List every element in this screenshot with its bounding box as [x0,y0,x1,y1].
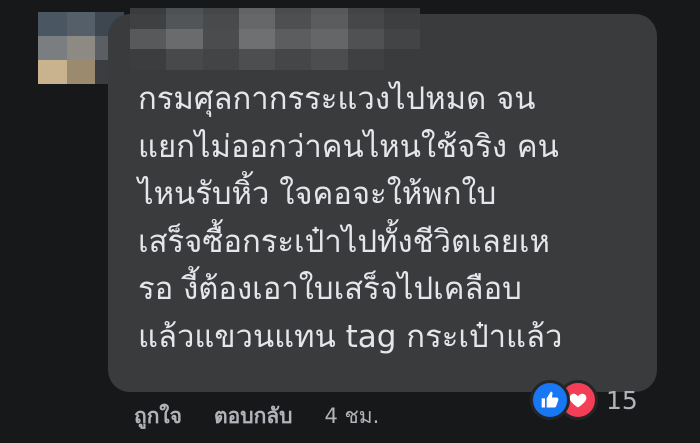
like-button[interactable]: ถูกใจ [134,400,182,433]
comment-line: แยกไม่ออกว่าคนไหนใช้จริง คน [138,128,559,165]
comment-line: แล้วแขวนแทน tag กระเป๋าแล้ว [138,318,563,355]
commenter-name[interactable] [130,8,420,70]
reply-button[interactable]: ตอบกลับ [214,400,293,433]
timestamp[interactable]: 4 ชม. [325,400,380,433]
reactions-summary[interactable]: 15 [530,380,638,420]
comment-text: กรมศุลกากรระแวงไปหมด จน แยกไม่ออกว่าคนไห… [138,76,653,361]
comment-line: เสร็จซื้อกระเป๋าไปทั้งชีวิตเลยเห [138,223,550,260]
comment-actions: ถูกใจ ตอบกลับ 4 ชม. [134,400,379,433]
comment-line: ไหนรับหิ้ว ใจคอจะให้พกใบ [138,176,497,212]
comment-line: รอ งี้ต้องเอาใบเสร็จไปเคลือบ [138,271,522,307]
reaction-count: 15 [606,385,638,415]
like-icon [530,380,570,420]
comment-line: กรมศุลกากรระแวงไปหมด จน [138,81,536,117]
